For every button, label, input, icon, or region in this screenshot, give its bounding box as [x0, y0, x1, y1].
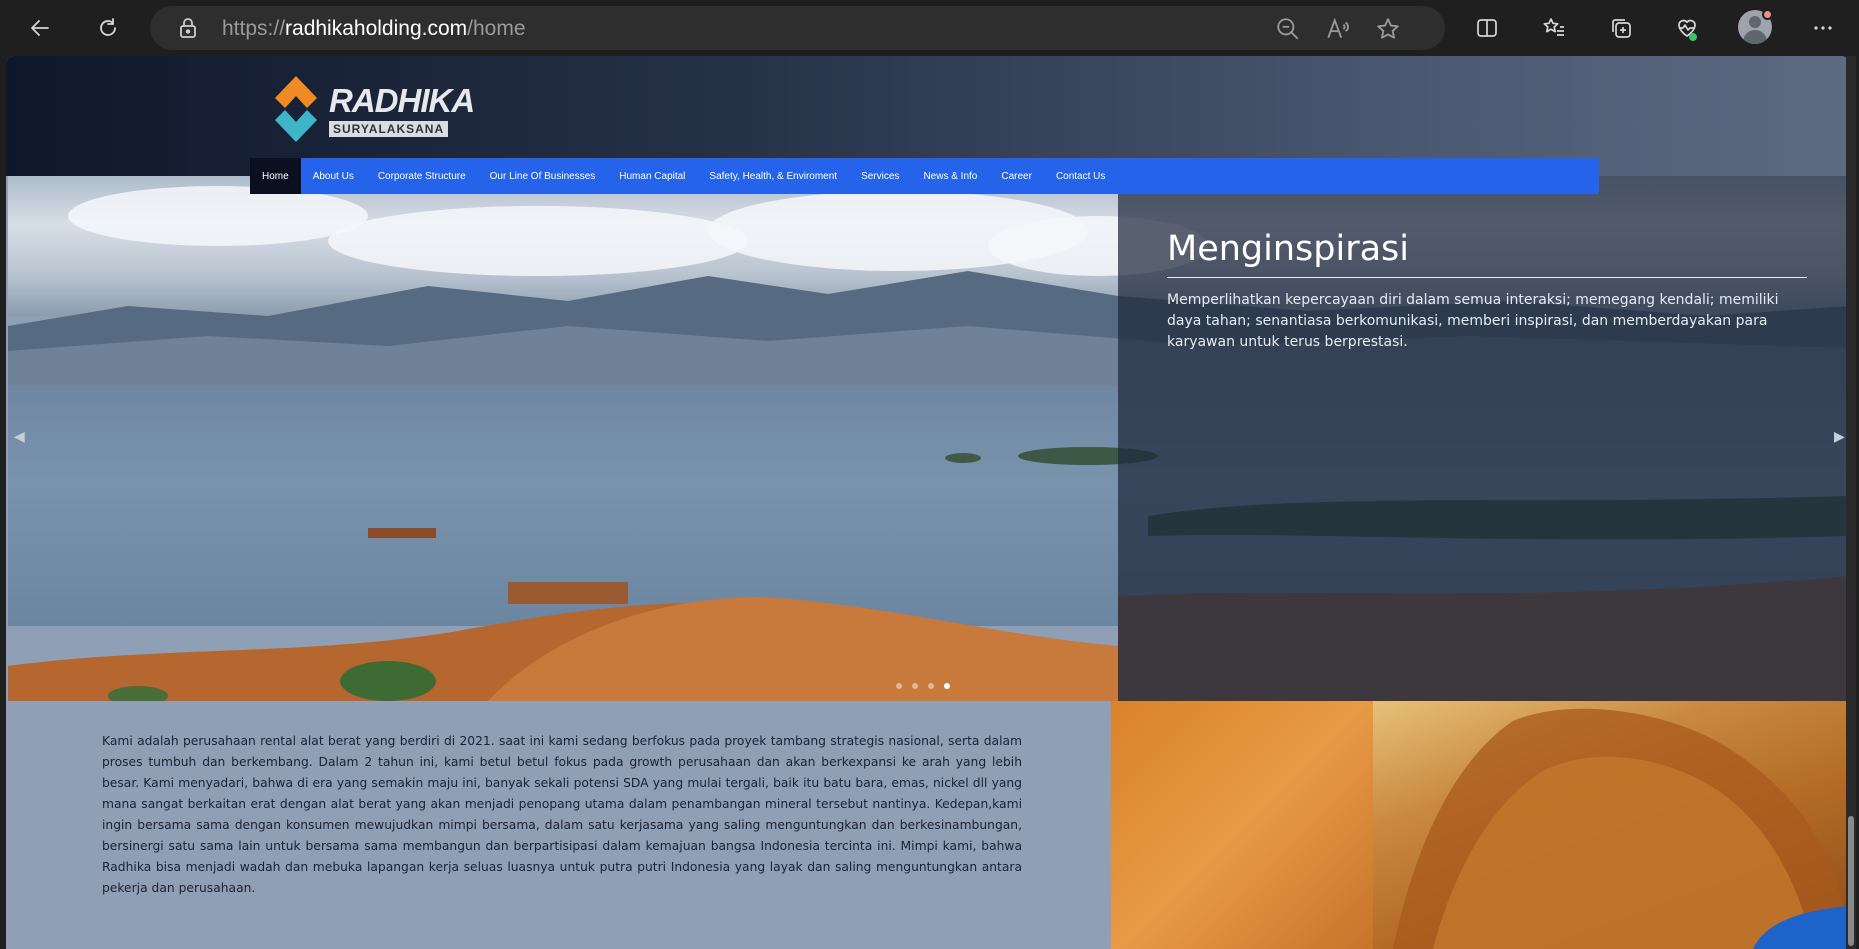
page-viewport: RADHIKA SURYALAKSANA Menginspirasi Mempe… [6, 56, 1849, 949]
logo-subtitle: SURYALAKSANA [329, 121, 449, 137]
url-text[interactable]: https://radhikaholding.com/home [222, 17, 526, 41]
slider-dot-4[interactable] [944, 683, 950, 689]
collections-icon[interactable] [1601, 8, 1641, 48]
refresh-icon [100, 18, 116, 36]
nav-item-human-capital[interactable]: Human Capital [607, 158, 697, 194]
slider-dot-3[interactable] [928, 683, 934, 689]
favorites-list-icon[interactable] [1534, 8, 1574, 48]
arrow-left-icon [31, 20, 49, 36]
about-photos [1111, 701, 1849, 949]
more-button[interactable] [1803, 8, 1843, 48]
star-icon[interactable] [1375, 16, 1401, 42]
slider-indicators [896, 683, 950, 689]
page-scrollbar[interactable] [1846, 56, 1856, 949]
status-dot [1689, 33, 1697, 41]
zoom-out-icon[interactable] [1275, 16, 1301, 42]
logo-diamond-icon [275, 76, 317, 142]
nav-item-career[interactable]: Career [989, 158, 1044, 194]
read-aloud-icon[interactable] [1325, 16, 1351, 42]
nav-item-safety-health-environment[interactable]: Safety, Health, & Enviroment [697, 158, 849, 194]
slider-next-button[interactable]: ▶ [1834, 428, 1845, 445]
about-section: Kami adalah perusahaan rental alat berat… [6, 701, 1111, 949]
nav-item-home[interactable]: Home [250, 158, 301, 194]
url-scheme: https:// [222, 17, 286, 40]
nav-item-news-info[interactable]: News & Info [911, 158, 989, 194]
browser-toolbar: https://radhikaholding.com/home [0, 0, 1859, 56]
chevron-left-icon: ◀ [14, 428, 25, 444]
chevron-right-icon: ▶ [1834, 428, 1845, 444]
nav-item-our-line-of-businesses[interactable]: Our Line Of Businesses [478, 158, 608, 194]
about-text: Kami adalah perusahaan rental alat berat… [102, 734, 1022, 895]
hero-title: Menginspirasi [1167, 229, 1807, 278]
url-host: radhikaholding.com [285, 17, 468, 40]
notification-dot [1762, 9, 1773, 20]
back-button[interactable] [20, 8, 60, 48]
hero-description: Memperlihatkan kepercayaan diri dalam se… [1167, 292, 1779, 350]
split-screen-icon[interactable] [1467, 8, 1507, 48]
address-bar[interactable]: https://radhikaholding.com/home [150, 6, 1445, 50]
slider-dot-2[interactable] [912, 683, 918, 689]
slider-dot-1[interactable] [896, 683, 902, 689]
nav-item-corporate-structure[interactable]: Corporate Structure [366, 158, 478, 194]
main-navigation: Home About Us Corporate Structure Our Li… [250, 158, 1599, 194]
nav-item-contact-us[interactable]: Contact Us [1044, 158, 1117, 194]
url-path: /home [467, 17, 526, 40]
lock-icon[interactable] [176, 16, 200, 40]
nav-item-about-us[interactable]: About Us [301, 158, 366, 194]
scrollbar-thumb[interactable] [1848, 816, 1854, 946]
more-horizontal-icon [1814, 26, 1832, 30]
photo-orange-soil [1111, 701, 1373, 949]
nav-item-services[interactable]: Services [849, 158, 911, 194]
refresh-button[interactable] [88, 8, 128, 48]
slider-prev-button[interactable]: ◀ [14, 428, 25, 445]
hero-caption: Menginspirasi Memperlihatkan kepercayaan… [1167, 229, 1807, 353]
photo-excavator-bucket [1373, 701, 1849, 949]
browser-essentials-icon[interactable] [1667, 8, 1707, 48]
excavator-bucket-image [1393, 708, 1849, 949]
hero-slider: Menginspirasi Memperlihatkan kepercayaan… [8, 176, 1849, 701]
site-logo[interactable]: RADHIKA SURYALAKSANA [265, 74, 475, 146]
logo-brand: RADHIKA [329, 82, 475, 119]
